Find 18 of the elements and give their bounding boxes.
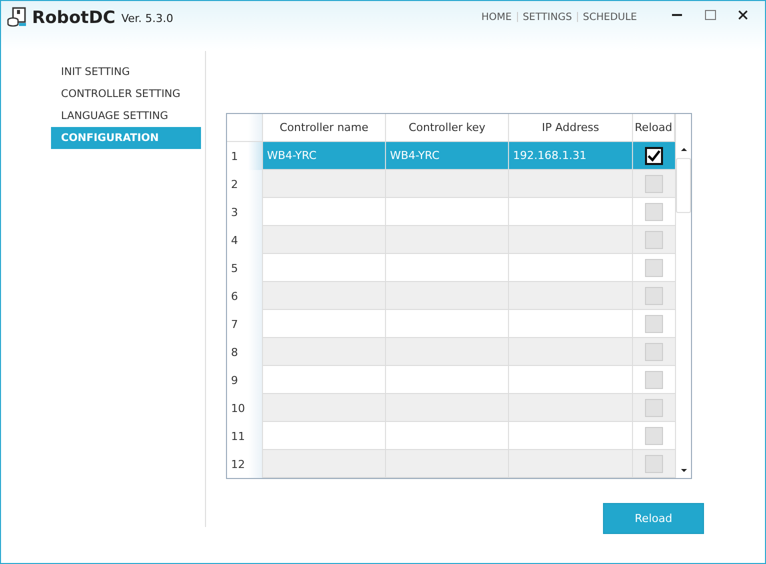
robot-app-icon (7, 7, 27, 27)
app-title: RobotDC (32, 7, 116, 29)
maximize-icon[interactable] (705, 10, 716, 20)
table-cell: 192.168.1.31 (509, 142, 633, 170)
table-cell: WB4-YRC (386, 142, 509, 170)
nav-link[interactable]: HOME (481, 12, 512, 22)
scroll-thumb[interactable] (676, 158, 691, 213)
sidebar-item[interactable]: LANGUAGE SETTING (51, 105, 201, 127)
scrollbar[interactable] (675, 114, 691, 478)
app-version: Ver. 5.3.0 (121, 11, 174, 27)
nav-link[interactable]: SCHEDULE (582, 12, 637, 22)
nav-link[interactable]: SETTINGS (522, 12, 572, 22)
checkbox[interactable] (645, 146, 663, 164)
table-cell: WB4-YRC (263, 142, 386, 170)
sidebar-item[interactable]: CONTROLLER SETTING (51, 83, 201, 105)
close-icon[interactable] (738, 10, 748, 20)
grid-corner-header (227, 114, 263, 142)
sidebar-item[interactable]: INIT SETTING (51, 61, 201, 83)
